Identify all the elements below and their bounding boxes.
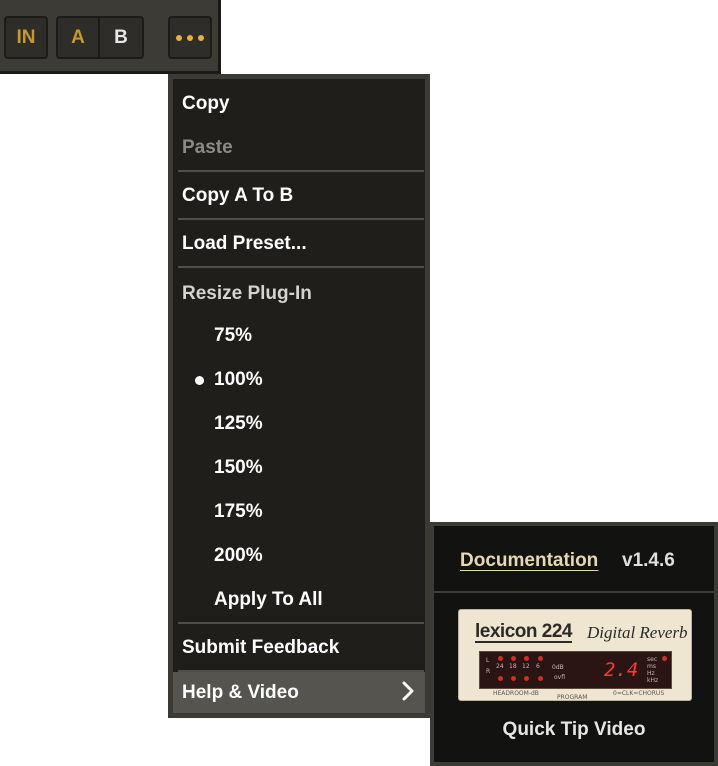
meter-scale-6: 6: [536, 663, 540, 670]
meter-label-l: L: [486, 657, 490, 664]
menu-item-copy-a-to-b[interactable]: Copy A To B: [182, 179, 293, 213]
more-options-button[interactable]: [168, 16, 212, 59]
menu-item-apply-to-all[interactable]: Apply To All: [214, 583, 323, 617]
documentation-link[interactable]: Documentation: [460, 550, 598, 572]
plugin-toolbar: IN A B: [0, 0, 221, 74]
menu-item-size-75[interactable]: 75%: [214, 319, 252, 353]
ellipsis-icon: [176, 34, 204, 41]
thumbnail-brand: lexicon 224: [475, 621, 572, 643]
thumbnail-display-panel: L R 24 18 12 6 0dB ovfl 2.4 sec ms Hz kH…: [479, 651, 672, 689]
menu-item-size-175[interactable]: 175%: [214, 495, 263, 529]
resize-section-header: Resize Plug-In: [182, 283, 312, 304]
in-button[interactable]: IN: [4, 16, 48, 59]
meter-label-r: R: [486, 668, 491, 675]
quick-tip-video-thumbnail[interactable]: lexicon 224 Digital Reverb L R 24 18 12 …: [458, 609, 692, 701]
menu-separator: [178, 622, 424, 624]
thumbnail-tagline: Digital Reverb: [587, 623, 688, 642]
menu-item-help-video[interactable]: Help & Video: [173, 672, 425, 713]
footer-headroom: HEADROOM-dB: [493, 690, 539, 697]
menu-item-submit-feedback[interactable]: Submit Feedback: [182, 631, 339, 665]
meter-scale-12: 12: [522, 663, 530, 670]
help-video-label: Help & Video: [182, 681, 299, 703]
menu-separator: [178, 218, 424, 220]
menu-separator: [178, 266, 424, 268]
meter-scale-0db: 0dB: [552, 664, 564, 671]
menu-item-size-200[interactable]: 200%: [214, 539, 263, 573]
footer-program: PROGRAM: [557, 694, 588, 701]
options-menu: Copy Paste Copy A To B Load Preset... Re…: [168, 74, 430, 718]
thumbnail-digital-readout: 2.4: [604, 659, 639, 681]
menu-item-paste: Paste: [182, 137, 233, 158]
compare-a-button[interactable]: A: [56, 16, 100, 59]
menu-item-size-150[interactable]: 150%: [214, 451, 263, 485]
help-video-submenu: Documentation v1.4.6 lexicon 224 Digital…: [430, 522, 718, 766]
compare-b-button[interactable]: B: [98, 16, 144, 59]
menu-item-load-preset[interactable]: Load Preset...: [182, 227, 307, 261]
meter-scale-18: 18: [509, 663, 517, 670]
menu-item-size-125[interactable]: 125%: [214, 407, 263, 441]
meter-scale-ovfl: ovfl: [554, 674, 566, 681]
chevron-right-icon: [402, 681, 414, 701]
menu-separator: [178, 170, 424, 172]
menu-item-size-100[interactable]: 100%: [214, 363, 263, 397]
version-label: v1.4.6: [622, 550, 675, 571]
submenu-separator: [434, 591, 714, 593]
menu-item-copy[interactable]: Copy: [182, 87, 230, 121]
quick-tip-video-link[interactable]: Quick Tip Video: [434, 719, 714, 741]
thumbnail-units: sec ms Hz kHz: [647, 656, 659, 684]
footer-chorus: 0=CLK=CHORUS: [613, 690, 665, 697]
meter-scale-24: 24: [496, 663, 504, 670]
selected-bullet-icon: [195, 376, 204, 385]
